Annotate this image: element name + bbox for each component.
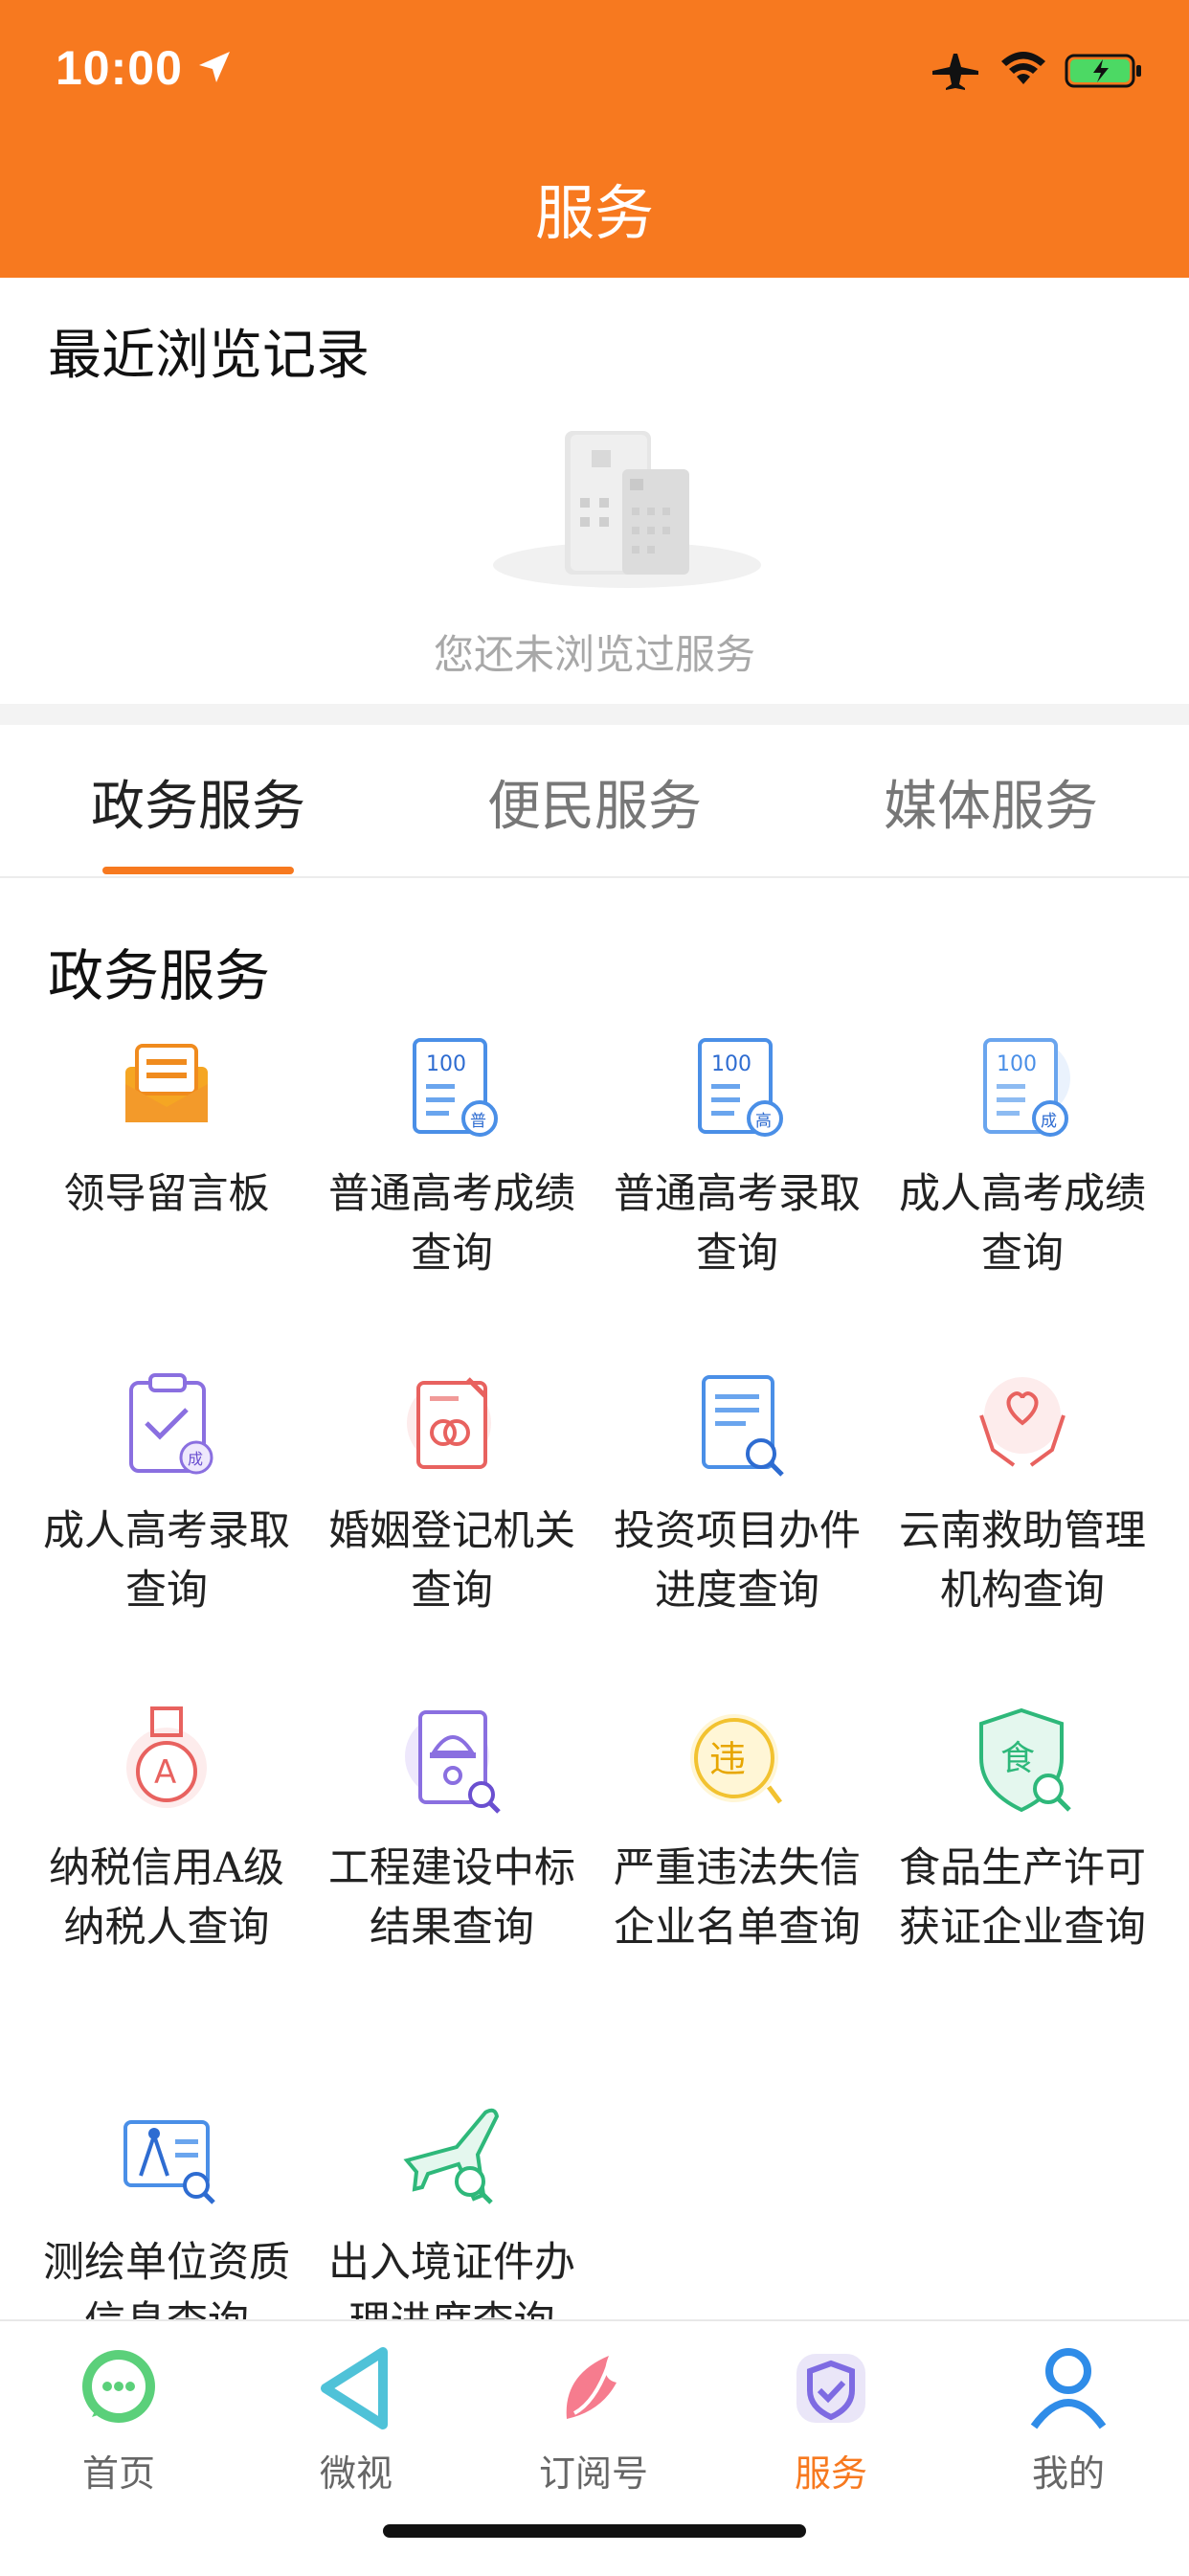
svg-text:违: 违 [709,1738,746,1780]
document-search-icon [702,1375,784,1477]
nav-label: 微视 [319,2452,393,2495]
wifi-icon [1001,52,1045,84]
location-arrow-icon [199,52,230,82]
svg-text:100: 100 [711,1052,752,1076]
nav-video[interactable]: 微视 [237,2340,475,2497]
service-label: 出入境证件办理进度查询 [328,2239,575,2319]
top-bar: 10:00 服务 [0,0,1189,278]
svg-text:成: 成 [1041,1112,1057,1131]
section-divider [0,704,1189,725]
service-label: 云南救助管理 机构查询 [899,1507,1146,1615]
marriage-certificate-icon [407,1377,491,1469]
service-label: 纳税信用A级 纳税人查询 [48,1844,285,1952]
play-triangle-icon [321,2347,388,2429]
clipboard-check-icon: 成 [129,1373,213,1475]
nav-label: 服务 [794,2452,867,2495]
service-item[interactable]: A 纳税信用A级 纳税人查询 [23,1699,310,1957]
service-item[interactable]: 领导留言板 [23,1025,310,1224]
heart-hands-icon [979,1377,1066,1467]
tab-media-services[interactable]: 媒体服务 [793,763,1189,841]
service-item[interactable]: 测绘单位资质信息查询 [23,2093,310,2319]
page-title: 服务 [534,178,654,248]
svg-text:100: 100 [997,1052,1037,1076]
service-item[interactable]: 投资项目办件 进度查询 [594,1362,881,1620]
nav-profile[interactable]: 我的 [950,2340,1187,2497]
active-tab-indicator [102,867,294,874]
adult-exam-score-icon: 100 成 [983,1038,1070,1137]
nav-subscriptions[interactable]: 订阅号 [475,2340,712,2497]
battery-charging-icon [1065,54,1141,88]
empty-history-text: 您还未浏览过服务 [433,631,755,678]
service-label: 食品生产许可 获证企业查询 [899,1844,1146,1952]
service-item[interactable]: 100 普 普通高考成绩 查询 [308,1025,595,1283]
surveying-icon [123,2120,215,2204]
construction-helmet-icon [405,1710,501,1814]
service-label: 成人高考录取 查询 [43,1507,290,1615]
service-item[interactable]: 工程建设中标 结果查询 [308,1699,595,1957]
violation-icon: 违 [690,1714,782,1804]
service-item[interactable]: 100 高 普通高考录取 查询 [594,1025,881,1283]
section-title: 政务服务 [48,943,271,1008]
service-label: 普通高考成绩 查询 [328,1170,575,1277]
recent-history-title: 最近浏览记录 [48,325,370,387]
svg-text:A: A [154,1753,176,1792]
empty-buildings-illustration [493,431,761,588]
user-icon [1030,2348,1107,2429]
service-item[interactable]: 100 成 成人高考成绩 查询 [879,1025,1166,1283]
service-tabs: 政务服务 便民服务 媒体服务 [0,725,1189,878]
nav-label: 首页 [81,2452,155,2495]
airplane-icon [932,54,978,90]
nav-home[interactable]: 首页 [0,2340,237,2497]
nav-services[interactable]: 服务 [712,2340,950,2497]
svg-text:食: 食 [1000,1739,1035,1778]
service-label: 成人高考成绩 查询 [899,1170,1146,1277]
service-item[interactable]: 违 严重违法失信 企业名单查询 [594,1699,881,1957]
tab-convenience-services[interactable]: 便民服务 [396,763,793,841]
nav-label: 我的 [1031,2452,1105,2495]
service-item[interactable]: 出入境证件办理进度查询 [308,2093,595,2319]
service-label: 婚姻登记机关 查询 [328,1507,575,1615]
shield-check-icon [796,2354,865,2423]
service-label: 工程建设中标 结果查询 [328,1844,575,1952]
service-label: 领导留言板 [63,1170,270,1218]
feather-icon [566,2356,617,2419]
service-grid: 领导留言板 100 普 普通高考成绩 查询 100 高 普通高考录取 查询 100 … [0,1025,1189,2319]
tab-government-services[interactable]: 政务服务 [0,763,396,841]
service-item[interactable]: 成 成人高考录取 查询 [23,1362,310,1620]
service-label: 严重违法失信 企业名单查询 [614,1844,861,1952]
exam-admission-icon: 100 高 [698,1038,783,1137]
home-indicator [383,2524,806,2538]
chat-bubble-icon [82,2350,155,2423]
medal-a-icon: A [126,1706,207,1808]
svg-text:高: 高 [755,1112,772,1131]
nav-label: 订阅号 [538,2452,648,2495]
service-item[interactable]: 食 食品生产许可 获证企业查询 [879,1699,1166,1957]
svg-text:成: 成 [188,1450,203,1468]
mailbox-icon [125,1044,208,1122]
service-label: 测绘单位资质信息查询 [43,2239,290,2319]
exam-score-icon: 100 普 [413,1038,498,1137]
food-shield-icon: 食 [979,1707,1071,1813]
service-label: 投资项目办件 进度查询 [614,1507,861,1615]
svg-text:普: 普 [470,1112,486,1131]
service-label: 普通高考录取 查询 [614,1170,861,1277]
service-item[interactable]: 云南救助管理 机构查询 [879,1362,1166,1620]
svg-text:100: 100 [426,1052,466,1076]
service-item[interactable]: 婚姻登记机关 查询 [308,1362,595,1620]
airplane-search-icon [403,2108,500,2204]
status-time: 10:00 [56,41,183,95]
